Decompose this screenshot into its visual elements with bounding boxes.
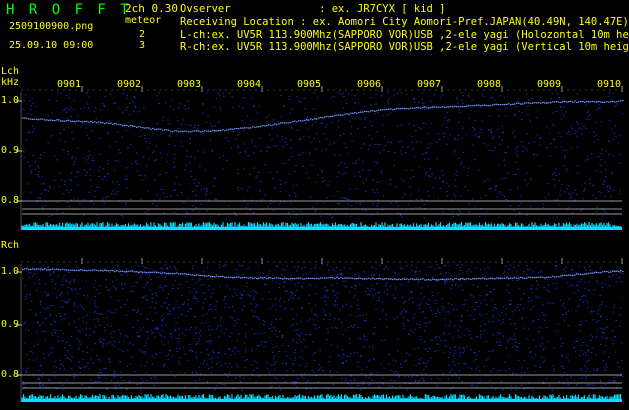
time-tick-label: 0908 — [477, 79, 502, 90]
baseline-band — [22, 227, 622, 230]
app-version: 2ch 0.30 — [125, 2, 178, 15]
y-axis-ticks — [16, 264, 22, 402]
time-tick-label: 0910 — [597, 79, 622, 90]
meteor-count-rch: 3 — [139, 40, 146, 51]
lch-channel-label: Lch — [1, 66, 20, 77]
waterfall-canvas — [16, 86, 624, 402]
noise-speckle — [22, 92, 624, 218]
time-tick-label: 0906 — [357, 79, 382, 90]
app-title: H R O F F T — [6, 2, 132, 18]
freq-tick-label: 1.0 — [1, 266, 20, 277]
time-tick-label: 0904 — [237, 79, 262, 90]
lch-unit-label: kHz — [1, 77, 20, 88]
lch-info-line: L-ch:ex. UV5R 113.900Mhz(SAPPORO VOR)USB… — [180, 29, 629, 41]
freq-tick-label: 0.8 — [1, 195, 20, 206]
noise-speckle — [22, 264, 624, 391]
time-tick-label: 0903 — [177, 79, 202, 90]
time-tick-label: 0907 — [417, 79, 442, 90]
time-tick-label: 0905 — [297, 79, 322, 90]
signal-trace — [22, 99, 624, 133]
observer-line: Ovserver : ex. JR7CYX [ kid ] — [180, 3, 446, 15]
panel-rch — [16, 258, 624, 402]
rch-info-line: R-ch:ex. UV5R 113.900Mhz(SAPPORO VOR)USB… — [180, 41, 629, 53]
panel-lch — [16, 86, 624, 230]
timestamp: 25.09.10 09:00 — [9, 40, 94, 51]
time-tick-label: 0902 — [117, 79, 142, 90]
freq-tick-label: 0.9 — [1, 319, 20, 330]
signal-trace — [22, 268, 624, 281]
location-line: Receiving Location : ex. Aomori City Aom… — [180, 16, 629, 28]
meteor-label: meteor — [125, 15, 162, 26]
time-tick-label: 0901 — [57, 79, 82, 90]
time-tick-label: 0909 — [537, 79, 562, 90]
hroft-screen: H R O F F T 2ch 0.30 meteor 2 3 25091009… — [0, 0, 629, 410]
y-axis-ticks — [16, 92, 22, 230]
meteor-count-lch: 2 — [139, 29, 146, 40]
freq-tick-label: 0.8 — [1, 369, 20, 380]
freq-tick-label: 0.9 — [1, 145, 20, 156]
freq-tick-label: 1.0 — [1, 95, 20, 106]
file-name: 2509100900.png — [9, 21, 94, 32]
rch-channel-label: Rch — [1, 240, 20, 251]
baseline-band — [22, 399, 622, 402]
